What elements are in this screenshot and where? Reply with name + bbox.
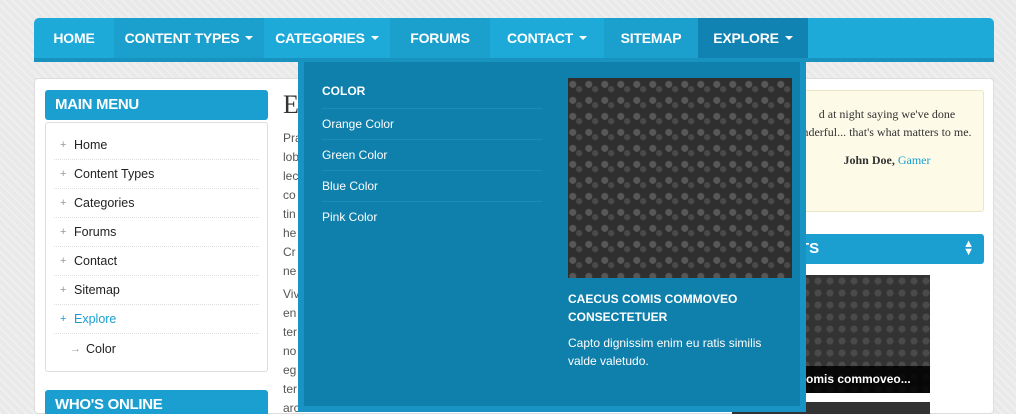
thumbnail-caption[interactable]: omis commoveo... [800, 366, 930, 393]
dropdown-link-green[interactable]: Green Color [322, 140, 542, 171]
menu-item-label: Forums [74, 225, 117, 239]
author-name: John Doe, [843, 153, 895, 167]
main-navbar: HOME CONTENT TYPES CATEGORIES FORUMS CON… [34, 18, 994, 62]
chevron-down-icon [784, 36, 793, 40]
plus-icon: + [60, 197, 67, 209]
nav-sitemap-label: SITEMAP [620, 30, 682, 46]
menu-item-label: Contact [74, 254, 118, 268]
nav-content-types-label: CONTENT TYPES [124, 30, 240, 46]
dropdown-feature-title[interactable]: CAECUS COMIS COMMOVEO CONSECTETUER [568, 290, 792, 326]
nav-forums-label: FORUMS [410, 30, 470, 46]
plus-icon: + [60, 313, 67, 325]
plus-icon: + [60, 168, 67, 180]
quote-author: John Doe, Gamer [799, 151, 975, 169]
nav-explore-label: EXPLORE [713, 30, 779, 46]
dropdown-link-pink[interactable]: Pink Color [322, 202, 542, 233]
dropdown-feature-text: Capto dignissim enim eu ratis similis va… [568, 336, 762, 368]
menu-item-color[interactable]: → Color [54, 334, 259, 363]
quote-text: d at night saying we've done nderful... … [802, 107, 972, 139]
chevron-down-icon [245, 36, 254, 40]
menu-item-label: Explore [74, 312, 117, 326]
arrow-right-icon: → [70, 342, 81, 355]
nav-forums[interactable]: FORUMS [390, 18, 490, 58]
dropdown-column: COLOR Orange Color Green Color Blue Colo… [322, 78, 542, 233]
dropdown-link-blue[interactable]: Blue Color [322, 171, 542, 202]
menu-item-label: Color [86, 341, 116, 356]
nav-explore[interactable]: EXPLORE [698, 18, 808, 58]
plus-icon: + [60, 255, 67, 267]
chevron-down-icon [370, 36, 379, 40]
plus-icon: + [60, 139, 67, 151]
menu-item-label: Categories [74, 196, 135, 210]
dropdown-link-orange[interactable]: Orange Color [322, 109, 542, 140]
menu-item-forums[interactable]: + Forums [54, 218, 259, 247]
testimonial-quote: d at night saying we've done nderful... … [790, 90, 984, 212]
whos-online-title: WHO'S ONLINE [45, 390, 268, 414]
right-block-title: TS ▲ ▼ [790, 234, 984, 264]
author-link[interactable]: Gamer [898, 153, 931, 167]
nav-contact[interactable]: CONTACT [490, 18, 604, 58]
nav-categories-label: CATEGORIES [275, 30, 365, 46]
explore-dropdown-menu: COLOR Orange Color Green Color Blue Colo… [298, 62, 806, 412]
menu-item-home[interactable]: + Home [54, 131, 259, 160]
sort-arrows-icon[interactable]: ▲ ▼ [963, 239, 974, 258]
nav-content-types[interactable]: CONTENT TYPES [114, 18, 264, 58]
nav-home[interactable]: HOME [34, 18, 114, 58]
menu-item-label: Home [74, 138, 108, 152]
menu-item-sitemap[interactable]: + Sitemap [54, 276, 259, 305]
plus-icon: + [60, 226, 67, 238]
menu-item-contact[interactable]: + Contact [54, 247, 259, 276]
menu-item-label: Sitemap [74, 283, 120, 297]
nav-categories[interactable]: CATEGORIES [264, 18, 390, 58]
plus-icon: + [60, 284, 67, 296]
nav-home-label: HOME [53, 30, 95, 46]
dropdown-heading: COLOR [322, 78, 542, 109]
menu-item-content-types[interactable]: + Content Types [54, 160, 259, 189]
menu-item-label: Content Types [74, 167, 155, 181]
menu-item-categories[interactable]: + Categories [54, 189, 259, 218]
main-menu-title: MAIN MENU [45, 90, 268, 120]
nav-sitemap[interactable]: SITEMAP [604, 18, 698, 58]
menu-item-explore[interactable]: + Explore [54, 305, 259, 334]
main-menu: + Home + Content Types + Categories + Forums… [45, 122, 268, 372]
nav-contact-label: CONTACT [507, 30, 573, 46]
chevron-down-icon [579, 36, 587, 40]
dropdown-feature-image[interactable] [568, 78, 792, 278]
